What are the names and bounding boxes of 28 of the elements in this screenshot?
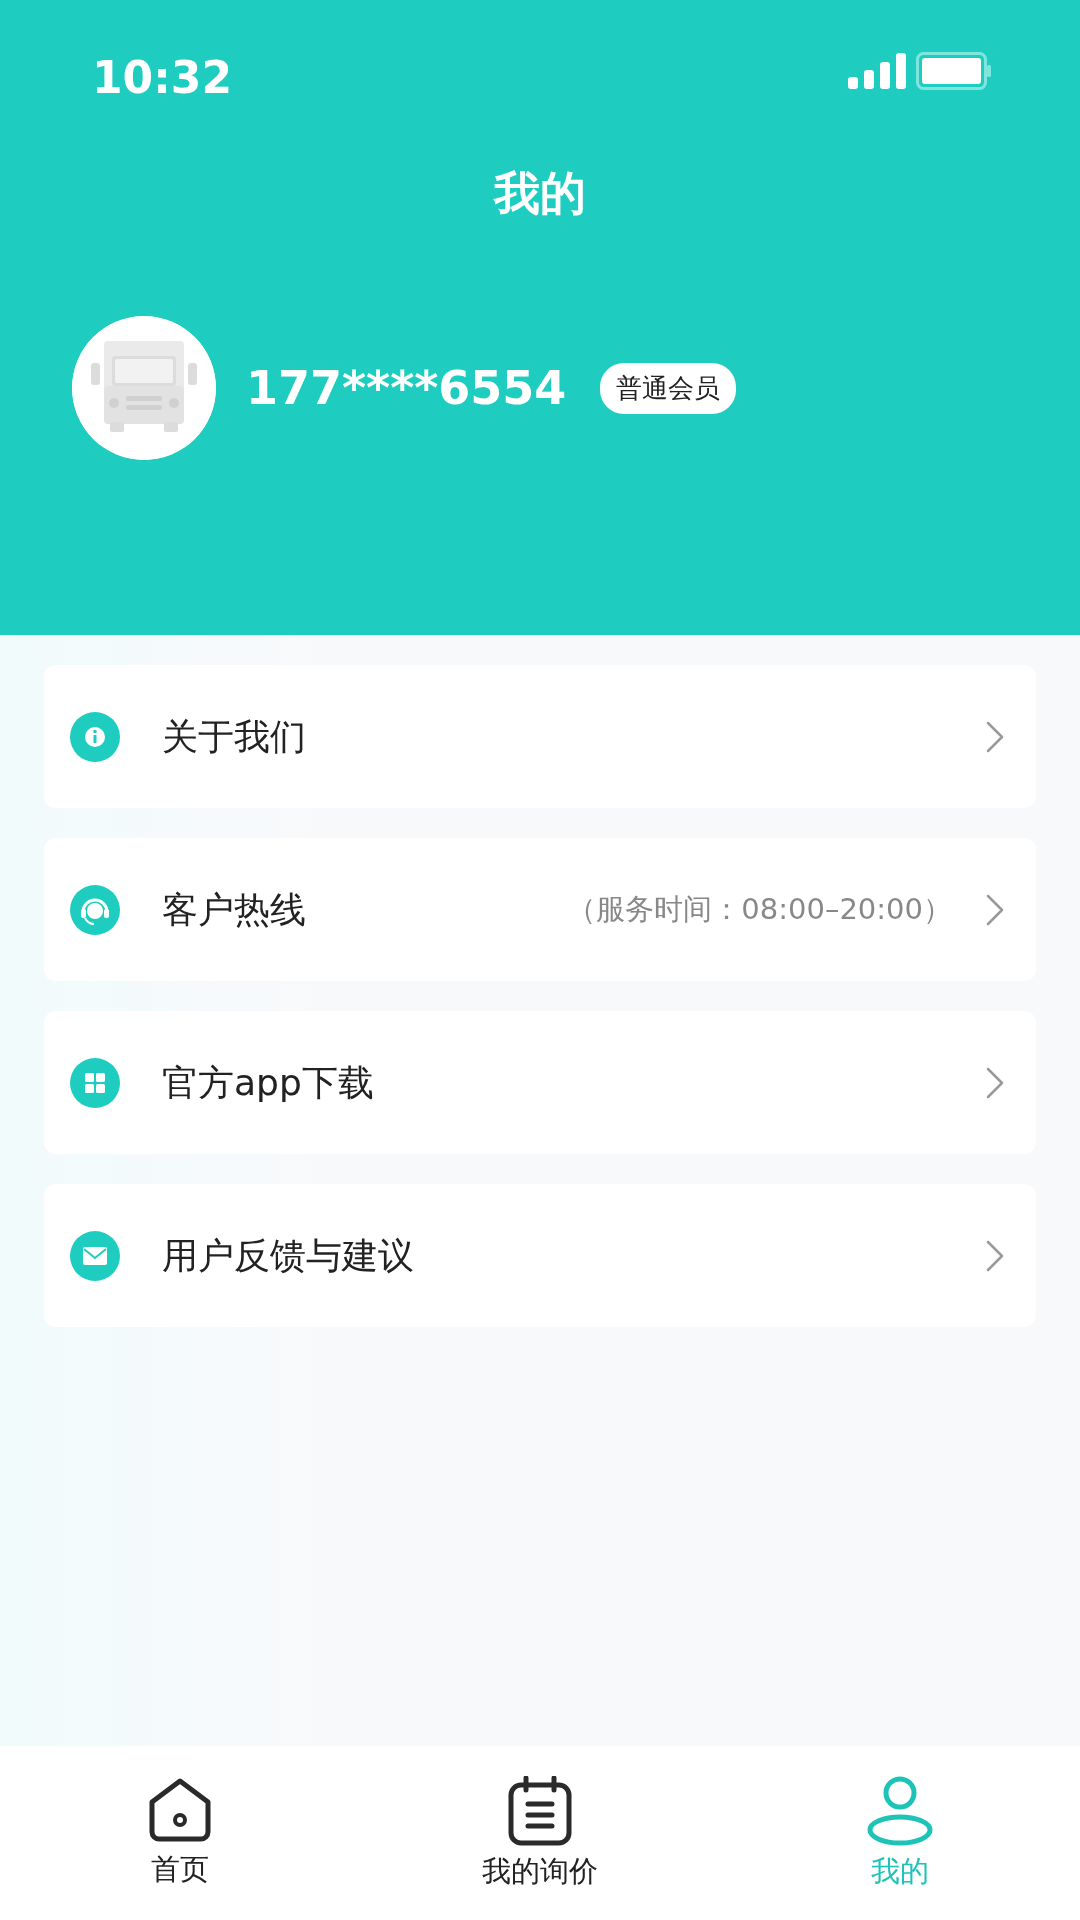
menu-label: 关于我们 (162, 714, 307, 759)
menu-label: 官方app下载 (162, 1060, 375, 1105)
notepad-icon (508, 1776, 572, 1846)
tab-item[interactable]: 我的询价 (360, 1746, 720, 1920)
chevron-right-icon (986, 1239, 1004, 1272)
menu-item[interactable]: 用户反馈与建议 (44, 1184, 1036, 1327)
service-hours: （服务时间：08:00–20:00） (567, 890, 952, 928)
menu-label: 客户热线 (162, 887, 307, 932)
menu-item[interactable]: 关于我们 (44, 665, 1036, 808)
chevron-right-icon (986, 720, 1004, 753)
member-badge: 普通会员 (600, 362, 737, 414)
menu-item[interactable]: 客户热线 （服务时间：08:00–20:00） (44, 838, 1036, 981)
headset-icon (70, 884, 120, 935)
chevron-right-icon (986, 893, 1004, 926)
status-time: 10:32 (92, 52, 233, 105)
menu-label: 用户反馈与建议 (162, 1233, 415, 1278)
battery-icon (916, 52, 992, 90)
phone-number: 177****6554 (246, 359, 567, 417)
truck-avatar-icon (72, 316, 216, 460)
info-icon (70, 711, 120, 762)
tab-item[interactable]: 首页 (0, 1746, 360, 1920)
menu-item[interactable]: 官方app下载 (44, 1011, 1036, 1154)
signal-icon (848, 53, 908, 89)
person-icon (866, 1776, 934, 1846)
page-title: 我的 (492, 170, 587, 216)
envelope-icon (70, 1230, 120, 1281)
chevron-right-icon (986, 1066, 1004, 1099)
grid-icon (70, 1057, 120, 1108)
